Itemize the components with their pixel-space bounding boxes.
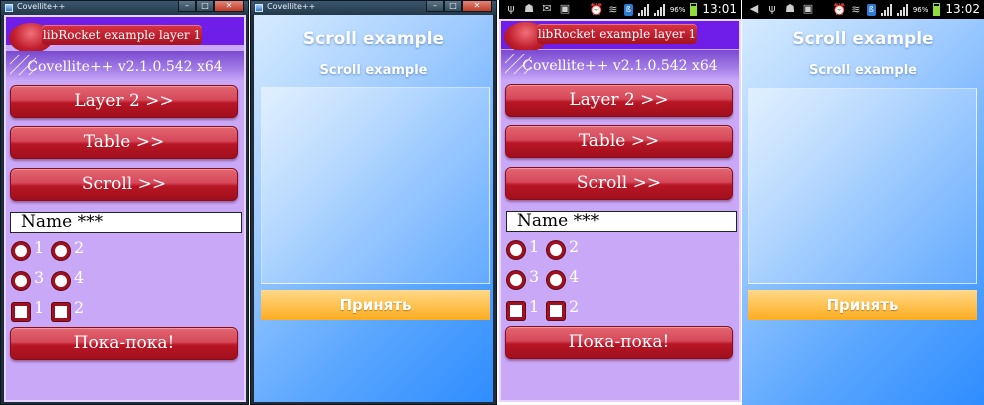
scroll-button[interactable]: Scroll >> <box>10 168 238 201</box>
window-titlebar[interactable]: Covellite++ – □ ✕ <box>251 1 496 15</box>
table-button[interactable]: Table >> <box>505 125 733 158</box>
checkbox-2-label: 2 <box>74 298 85 317</box>
radio-2-label: 2 <box>569 237 580 256</box>
scroll-panel: Scroll example Scroll example Принять <box>254 15 493 402</box>
scroll-area[interactable] <box>748 88 977 284</box>
accept-button[interactable]: Принять <box>261 290 490 320</box>
version-label: Covellite++ v2.1.0.542 x64 <box>522 58 718 74</box>
bye-button[interactable]: Пока-пока! <box>505 326 733 359</box>
checkbox-1[interactable] <box>507 302 525 320</box>
app-icon <box>5 4 13 12</box>
radio-1[interactable] <box>507 241 525 259</box>
name-input[interactable]: Name *** <box>506 211 737 232</box>
version-label: Covellite++ v2.1.0.542 x64 <box>27 59 223 75</box>
wifi-icon: ≋ <box>608 2 618 16</box>
scroll-area[interactable] <box>261 87 490 284</box>
debug-icon: ☗ <box>524 2 534 15</box>
maximize-button[interactable]: □ <box>196 1 214 12</box>
signal2-icon <box>896 3 908 16</box>
mail-icon: ✉ <box>542 2 552 15</box>
minimize-button[interactable]: – <box>178 1 196 12</box>
layer1-title: libRocket example layer 1 <box>42 25 202 45</box>
scroll-title: Scroll example <box>792 29 934 49</box>
layer2-button[interactable]: Layer 2 >> <box>505 84 733 117</box>
radio-3-label: 3 <box>529 267 540 286</box>
battery-icon <box>690 3 698 16</box>
alarm-icon: ⏰ <box>589 2 604 16</box>
status-bar: ψ ☗ ✉ ▣ ⏰ ≋ ß 96% 13:01 <box>499 0 741 19</box>
window-scroll: Covellite++ – □ ✕ Scroll example Scroll … <box>250 0 497 405</box>
radio-1-label: 1 <box>529 237 540 256</box>
checkbox-2[interactable] <box>547 302 565 320</box>
status-bar: ◀ ψ ☗ ▣ ⏰ ≋ ß 96% 13:02 <box>742 0 984 19</box>
checkbox-2[interactable] <box>52 303 70 321</box>
layer2-button[interactable]: Layer 2 >> <box>10 85 238 118</box>
debug-icon: ☗ <box>785 2 795 15</box>
scroll-subtitle: Scroll example <box>809 63 917 78</box>
radio-4[interactable] <box>52 272 70 290</box>
image-icon: ▣ <box>802 2 814 15</box>
window-title: Covellite++ <box>267 2 316 11</box>
signal-icon <box>637 3 649 16</box>
checkbox-2-label: 2 <box>569 297 580 316</box>
radio-4-label: 4 <box>74 268 85 287</box>
scroll-button[interactable]: Scroll >> <box>505 167 733 200</box>
scroll-subtitle: Scroll example <box>319 63 428 78</box>
battery-percent: 96% <box>669 5 686 14</box>
checkbox-1[interactable] <box>12 303 30 321</box>
layer1-panel-android: libRocket example layer 1 Covellite++ v2… <box>499 19 741 402</box>
battery-percent: 96% <box>912 5 929 14</box>
accept-button[interactable]: Принять <box>748 290 977 320</box>
clock: 13:02 <box>945 2 980 16</box>
scroll-panel-android: Scroll example Scroll example Принять <box>742 19 984 405</box>
bye-button[interactable]: Пока-пока! <box>10 327 238 360</box>
alarm-icon: ⏰ <box>832 2 847 16</box>
name-input[interactable]: Name *** <box>10 212 242 233</box>
checkbox-1-label: 1 <box>34 298 45 317</box>
bluetooth-icon: ß <box>866 3 876 16</box>
radio-4-label: 4 <box>569 267 580 286</box>
image-icon: ▣ <box>559 2 571 15</box>
back-icon: ◀ <box>749 2 759 15</box>
layer1-title: libRocket example layer 1 <box>537 24 697 44</box>
maximize-button[interactable]: □ <box>444 1 462 12</box>
radio-1-label: 1 <box>34 238 45 257</box>
clock: 13:01 <box>702 2 737 16</box>
usb-icon: ψ <box>507 2 515 15</box>
signal-icon <box>880 3 892 16</box>
layer1-panel: libRocket example layer 1 Covellite++ v2… <box>4 15 246 402</box>
battery-icon <box>933 3 941 16</box>
radio-3[interactable] <box>507 271 525 289</box>
wifi-icon: ≋ <box>851 2 861 16</box>
radio-1[interactable] <box>12 242 30 260</box>
signal2-icon <box>653 3 665 16</box>
close-button[interactable]: ✕ <box>214 1 244 12</box>
radio-2[interactable] <box>547 241 565 259</box>
radio-2[interactable] <box>52 242 70 260</box>
radio-3-label: 3 <box>34 268 45 287</box>
minimize-button[interactable]: – <box>426 1 444 12</box>
window-title: Covellite++ <box>17 2 66 11</box>
window-titlebar[interactable]: Covellite++ – □ ✕ <box>1 1 248 15</box>
bluetooth-icon: ß <box>623 3 633 16</box>
window-layer1: Covellite++ – □ ✕ libRocket example laye… <box>0 0 249 405</box>
usb-icon: ψ <box>768 2 776 15</box>
radio-4[interactable] <box>547 271 565 289</box>
checkbox-1-label: 1 <box>529 297 540 316</box>
radio-2-label: 2 <box>74 238 85 257</box>
radio-3[interactable] <box>12 272 30 290</box>
table-button[interactable]: Table >> <box>10 126 238 159</box>
scroll-title: Scroll example <box>302 29 445 49</box>
app-icon <box>255 4 263 12</box>
close-button[interactable]: ✕ <box>462 1 492 12</box>
